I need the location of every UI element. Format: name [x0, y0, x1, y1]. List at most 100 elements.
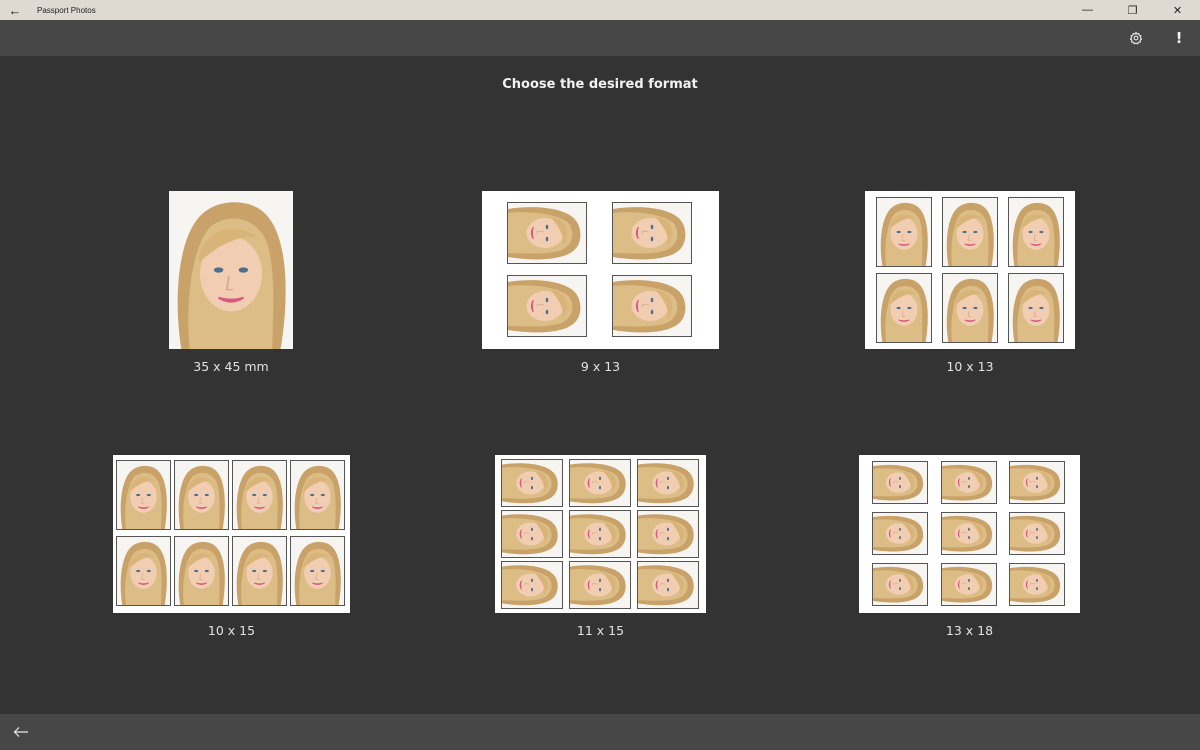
- format-label: 13 x 18: [945, 623, 994, 638]
- window-controls: — ❐ ✕: [1065, 0, 1200, 20]
- portrait-image: [942, 462, 996, 503]
- portrait-image: [502, 562, 562, 608]
- passport-photo: [941, 563, 997, 606]
- passport-photo: [501, 459, 563, 507]
- format-preview: [865, 191, 1075, 349]
- passport-photo: [876, 197, 932, 267]
- passport-photo: [1009, 563, 1065, 606]
- portrait-image: [570, 511, 630, 557]
- app-bar: !: [0, 20, 1200, 56]
- bottom-command-bar: [0, 714, 1200, 750]
- passport-photo: [507, 275, 587, 337]
- format-preview: [169, 191, 293, 349]
- portrait-image: [233, 461, 286, 529]
- format-preview: [113, 455, 350, 613]
- portrait-image: [1010, 462, 1064, 503]
- portrait-image: [291, 537, 344, 605]
- back-arrow-icon[interactable]: ←: [0, 0, 30, 20]
- format-label: 35 x 45 mm: [193, 359, 269, 374]
- passport-photo: [1009, 512, 1065, 555]
- passport-photo: [232, 536, 287, 606]
- passport-photo: [169, 191, 293, 349]
- close-button[interactable]: ✕: [1155, 0, 1200, 20]
- portrait-image: [877, 198, 931, 266]
- portrait-image: [1010, 513, 1064, 554]
- passport-photo: [501, 561, 563, 609]
- passport-photo: [872, 512, 928, 555]
- format-label: 10 x 13: [946, 359, 994, 374]
- passport-photo: [941, 461, 997, 504]
- passport-photo: [116, 536, 171, 606]
- portrait-image: [117, 461, 170, 529]
- format-card-35x45[interactable]: 35 x 45 mm: [169, 191, 293, 374]
- portrait-image: [117, 537, 170, 605]
- format-card-11x15[interactable]: 11 x 15: [495, 455, 706, 638]
- format-label: 11 x 15: [576, 623, 625, 638]
- portrait-image: [943, 198, 997, 266]
- passport-photo: [637, 561, 699, 609]
- passport-photo: [941, 512, 997, 555]
- page-title: Choose the desired format: [502, 77, 698, 92]
- format-label: 9 x 13: [580, 359, 621, 374]
- back-button[interactable]: [8, 720, 34, 744]
- portrait-image: [613, 203, 691, 263]
- passport-photo: [637, 459, 699, 507]
- format-card-9x13[interactable]: 9 x 13: [482, 191, 719, 374]
- portrait-image: [613, 276, 691, 336]
- passport-photo: [507, 202, 587, 264]
- format-card-13x18[interactable]: 13 x 18: [859, 455, 1080, 638]
- portrait-image: [508, 203, 586, 263]
- portrait-image: [502, 460, 562, 506]
- portrait-image: [942, 513, 996, 554]
- passport-photo: [876, 273, 932, 343]
- feedback-button[interactable]: !: [1166, 26, 1192, 50]
- window-title: Passport Photos: [37, 5, 96, 15]
- passport-photo: [174, 460, 229, 530]
- back-arrow-icon: [13, 727, 28, 737]
- restore-button[interactable]: ❐: [1110, 0, 1155, 20]
- portrait-image: [638, 460, 698, 506]
- format-card-10x13[interactable]: 10 x 13: [865, 191, 1075, 374]
- portrait-image: [942, 564, 996, 605]
- format-preview: [859, 455, 1080, 613]
- format-card-10x15[interactable]: 10 x 15: [113, 455, 350, 638]
- portrait-image: [175, 461, 228, 529]
- portrait-image: [873, 462, 927, 503]
- passport-photo: [290, 536, 345, 606]
- portrait-image: [175, 537, 228, 605]
- portrait-image: [233, 537, 286, 605]
- passport-photo: [1008, 197, 1064, 267]
- passport-photo: [569, 459, 631, 507]
- passport-photo: [942, 273, 998, 343]
- passport-photo: [569, 561, 631, 609]
- passport-photo: [612, 275, 692, 337]
- portrait-image: [877, 274, 931, 342]
- passport-photo: [637, 510, 699, 558]
- format-preview: [482, 191, 719, 349]
- portrait-image: [502, 511, 562, 557]
- passport-photo: [569, 510, 631, 558]
- passport-photo: [116, 460, 171, 530]
- passport-photo: [612, 202, 692, 264]
- portrait-image: [1009, 198, 1063, 266]
- portrait-image: [638, 511, 698, 557]
- format-preview: [495, 455, 706, 613]
- portrait-image: [508, 276, 586, 336]
- portrait-image: [570, 460, 630, 506]
- portrait-image: [291, 461, 344, 529]
- settings-button[interactable]: [1123, 26, 1149, 50]
- passport-photo: [1008, 273, 1064, 343]
- portrait-image: [1010, 564, 1064, 605]
- portrait-image: [570, 562, 630, 608]
- portrait-image: [873, 513, 927, 554]
- portrait-image: [1009, 274, 1063, 342]
- passport-photo: [872, 461, 928, 504]
- passport-photo: [1009, 461, 1065, 504]
- format-label: 10 x 15: [207, 623, 256, 638]
- passport-photo: [942, 197, 998, 267]
- passport-photo: [174, 536, 229, 606]
- portrait-image: [638, 562, 698, 608]
- passport-photo: [501, 510, 563, 558]
- minimize-button[interactable]: —: [1065, 0, 1110, 20]
- passport-photo: [872, 563, 928, 606]
